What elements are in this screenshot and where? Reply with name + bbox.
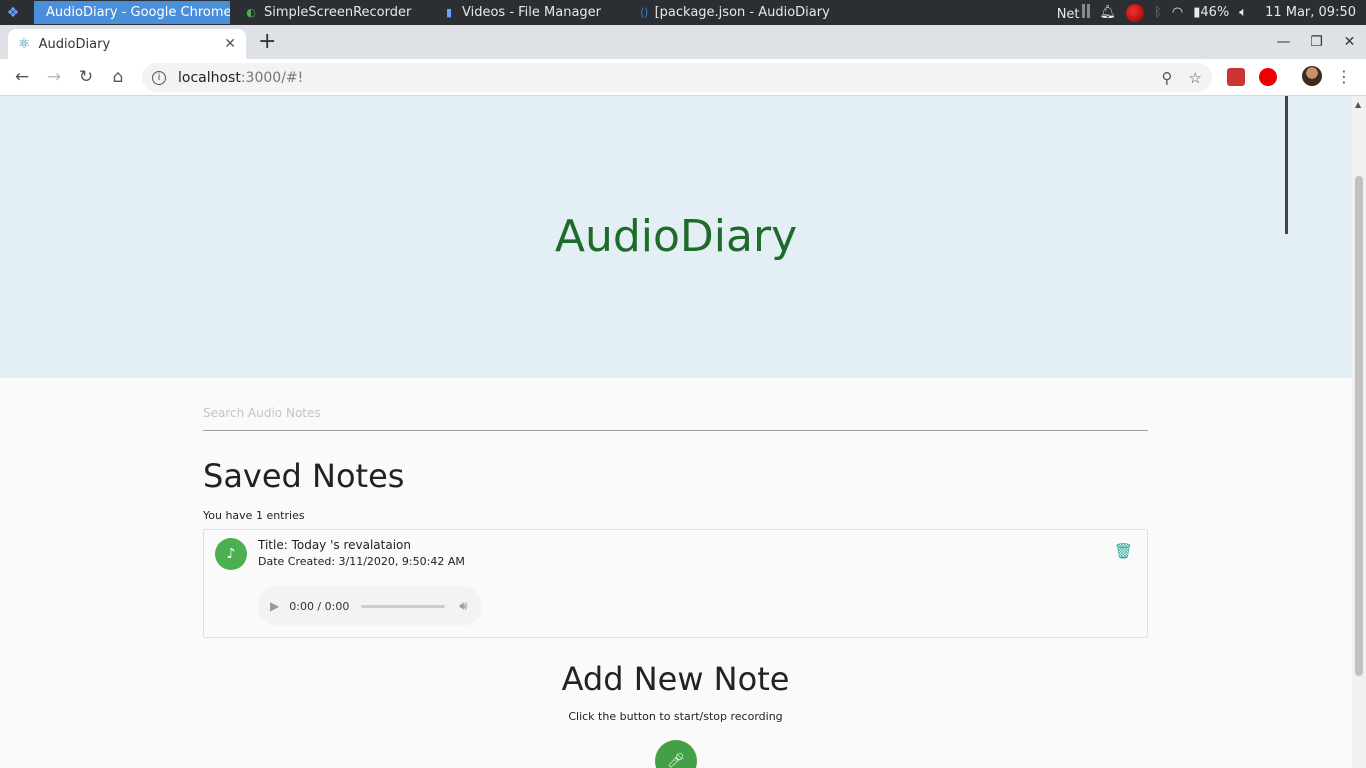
tab-title: AudioDiary <box>38 36 111 52</box>
tab-close-icon[interactable]: ✕ <box>224 36 236 52</box>
tab-audiodiary[interactable]: ⚛ AudioDiary ✕ <box>8 29 246 59</box>
web-page: AudioDiary Saved Notes You have 1 entrie… <box>0 96 1366 768</box>
site-info-icon[interactable]: i <box>152 70 166 85</box>
task-chrome[interactable]: AudioDiary - Google Chrome <box>34 1 230 24</box>
hero-title: AudioDiary <box>554 210 798 262</box>
folder-icon: ▮ <box>445 6 453 19</box>
task-file-manager[interactable]: ▮ Videos - File Manager <box>436 1 626 24</box>
start-menu-icon[interactable]: ❖ <box>0 0 26 25</box>
task-label: SimpleScreenRecorder <box>264 5 412 20</box>
task-label: AudioDiary - Google Chrome <box>46 5 230 20</box>
player-time: 0:00 / 0:00 <box>289 599 350 613</box>
back-button[interactable]: ← <box>6 67 38 87</box>
zoom-icon[interactable]: ⚲ <box>1162 69 1173 87</box>
browser-toolbar: ← → ↻ ⌂ i localhost:3000/#! ⚲ ☆ ⋮ <box>0 59 1366 96</box>
note-date: Date Created: 3/11/2020, 9:50:42 AM <box>258 555 465 568</box>
delete-icon[interactable]: 🗑︎ <box>1114 542 1133 560</box>
scroll-up-icon[interactable]: ▲ <box>1355 100 1361 109</box>
entries-count: You have 1 entries <box>203 509 305 522</box>
record-button[interactable]: 🎤︎ <box>655 740 697 768</box>
forward-button[interactable]: → <box>38 67 70 87</box>
task-label: Videos - File Manager <box>462 5 602 20</box>
task-label: [package.json - AudioDiary ... <box>654 5 834 20</box>
battery-percent: 46% <box>1200 5 1230 20</box>
record-hint: Click the button to start/stop recording <box>568 710 783 723</box>
note-title: Title: Today 's revalataion <box>258 538 411 552</box>
url-path: :3000/#! <box>240 69 304 86</box>
battery-status[interactable]: ▮46% <box>1193 5 1229 20</box>
browser-menu-icon[interactable]: ⋮ <box>1336 67 1352 86</box>
wifi-icon[interactable]: ◠ <box>1172 5 1183 20</box>
add-note-heading: Add New Note <box>561 660 790 698</box>
seek-slider[interactable] <box>361 604 446 608</box>
window-controls: — ❐ ✕ <box>1267 25 1366 59</box>
react-favicon-icon: ⚛ <box>18 36 31 52</box>
audio-player[interactable]: ▶ 0:00 / 0:00 🔊︎ <box>258 586 482 626</box>
saved-notes-heading: Saved Notes <box>203 457 405 495</box>
profile-avatar[interactable] <box>1302 66 1322 86</box>
main-content: Saved Notes You have 1 entries ♪ Title: … <box>203 396 1148 768</box>
extension-icon[interactable] <box>1227 68 1245 86</box>
volume-icon[interactable]: 🔊︎ <box>459 599 467 614</box>
system-tray: Net 🔔︎ ᛒ ◠ ▮46% 🔈︎ 11 Mar, 09:50 <box>1057 0 1366 25</box>
record-indicator-icon[interactable] <box>1126 3 1145 22</box>
address-bar[interactable]: i localhost:3000/#! ⚲ ☆ <box>142 63 1212 92</box>
opera-extension-icon[interactable] <box>1259 68 1277 86</box>
home-button[interactable]: ⌂ <box>102 67 134 87</box>
recorder-overlay-bar <box>1285 96 1288 234</box>
music-note-icon: ♪ <box>215 538 247 570</box>
reload-button[interactable]: ↻ <box>70 67 102 87</box>
net-monitor[interactable]: Net <box>1056 3 1090 22</box>
recorder-icon: ◐ <box>246 6 256 19</box>
new-tab-button[interactable]: + <box>258 31 276 53</box>
microphone-icon: 🎤︎ <box>667 753 685 768</box>
bluetooth-icon[interactable]: ᛒ <box>1154 5 1162 20</box>
vscode-icon: ⟨⟩ <box>640 6 649 19</box>
restore-icon[interactable]: ❐ <box>1300 34 1333 50</box>
url-host: localhost <box>178 69 241 86</box>
task-screen-recorder[interactable]: ◐ SimpleScreenRecorder <box>238 1 428 24</box>
os-taskbar: ❖ AudioDiary - Google Chrome ◐ SimpleScr… <box>0 0 1366 25</box>
close-window-icon[interactable]: ✕ <box>1333 34 1366 50</box>
note-card: ♪ Title: Today 's revalataion Date Creat… <box>203 529 1148 638</box>
page-scrollbar[interactable]: ▲ <box>1352 96 1366 768</box>
scroll-thumb[interactable] <box>1355 176 1363 676</box>
volume-icon[interactable]: 🔈︎ <box>1239 5 1247 20</box>
task-vscode[interactable]: ⟨⟩ [package.json - AudioDiary ... <box>634 1 834 24</box>
browser-tabstrip: ⚛ AudioDiary ✕ + — ❐ ✕ <box>0 25 1366 59</box>
play-icon[interactable]: ▶ <box>270 599 279 613</box>
net-label: Net <box>1056 6 1080 22</box>
minimize-icon[interactable]: — <box>1267 34 1300 50</box>
search-input[interactable] <box>203 396 1148 431</box>
bookmark-star-icon[interactable]: ☆ <box>1189 69 1202 87</box>
notification-bell-icon[interactable]: 🔔︎ <box>1100 5 1117 20</box>
clock[interactable]: 11 Mar, 09:50 <box>1265 5 1356 20</box>
hero-banner: AudioDiary <box>0 96 1352 378</box>
